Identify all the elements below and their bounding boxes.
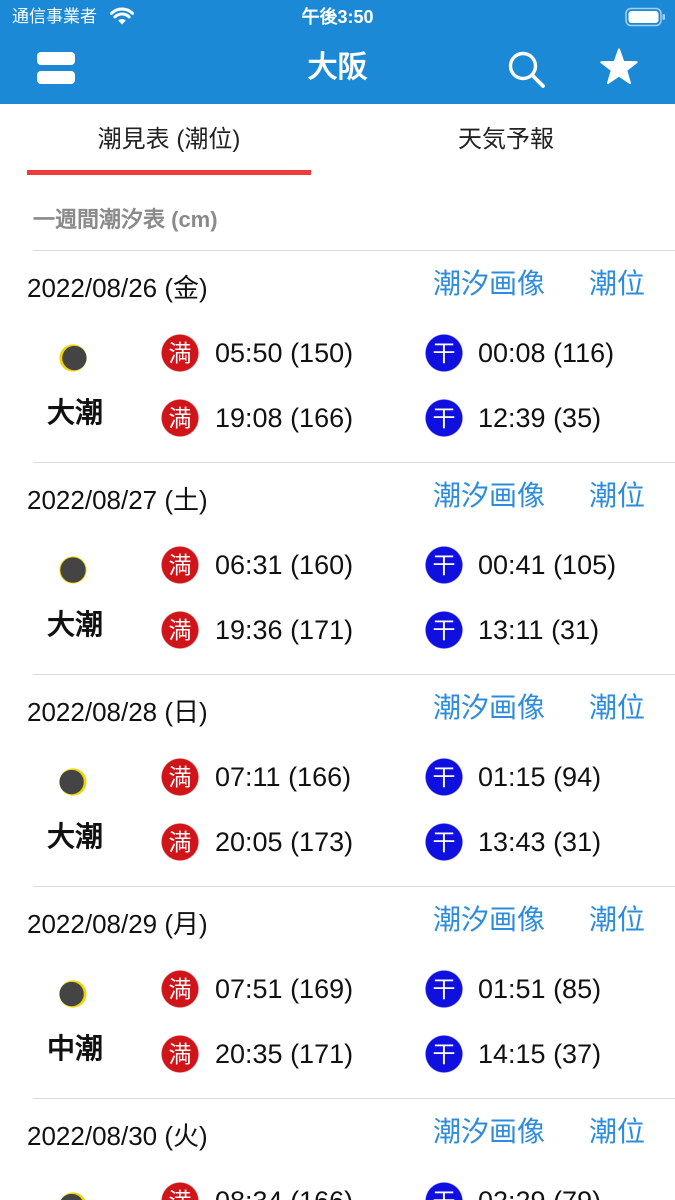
high-tide-time: 20:35 (171) [215, 1039, 354, 1069]
tide-type-label: 大潮 [46, 821, 103, 852]
low-tide-badge: 干 [425, 970, 463, 1008]
high-tide-time: 20:05 (173) [215, 827, 354, 857]
low-tide-time: 12:39 (35) [478, 403, 602, 433]
tide-level-link[interactable]: 潮位 [589, 690, 645, 726]
waxing-crescent-moon-icon [59, 980, 87, 1008]
day-date: 2022/08/26 (金) [27, 273, 208, 303]
star-icon [600, 48, 638, 85]
favorite-button[interactable] [597, 46, 641, 90]
low-tide-badge: 干 [425, 611, 463, 649]
low-tide-time: 01:15 (94) [478, 762, 602, 792]
high-tide-time: 07:51 (169) [215, 974, 354, 1004]
high-tide-badge: 満 [161, 970, 199, 1008]
high-tide-badge: 満 [161, 399, 199, 437]
tide-type-label: 大潮 [46, 609, 103, 640]
low-tide-time: 02:29 (79) [478, 1183, 601, 1200]
high-tide-time: 19:08 (166) [215, 403, 354, 433]
low-tide-time: 13:43 (31) [478, 827, 602, 857]
high-tide-time: 05:50 (150) [215, 338, 354, 368]
tide-chart-link[interactable]: 潮汐画像 [433, 1114, 545, 1150]
status-time: 午後3:50 [301, 7, 374, 27]
list-divider [33, 250, 675, 251]
page-title: 大阪 [307, 51, 368, 84]
high-tide-time: 08:34 (166) [215, 1183, 353, 1200]
tide-level-link[interactable]: 潮位 [589, 902, 645, 938]
tab-tide-table[interactable]: 潮見表 (潮位) [27, 104, 311, 176]
search-icon [508, 51, 545, 88]
low-tide-badge: 干 [425, 823, 463, 861]
day-date: 2022/08/30 (火) [27, 1121, 208, 1151]
low-tide-time: 01:51 (85) [478, 974, 602, 1004]
high-tide-time: 07:11 (166) [215, 762, 352, 792]
day-date: 2022/08/27 (土) [27, 485, 208, 515]
tide-chart-link[interactable]: 潮汐画像 [433, 902, 545, 938]
list-divider [33, 886, 675, 887]
low-tide-badge: 干 [425, 1182, 463, 1200]
tide-level-link[interactable]: 潮位 [589, 478, 645, 514]
new-moon-icon [59, 556, 87, 584]
list-divider [33, 1098, 675, 1099]
day-date: 2022/08/28 (日) [27, 697, 208, 727]
search-button[interactable] [502, 44, 548, 90]
battery-icon [625, 7, 665, 27]
low-tide-badge: 干 [425, 546, 463, 584]
tide-chart-link[interactable]: 潮汐画像 [433, 690, 545, 726]
high-tide-time: 06:31 (160) [215, 550, 354, 580]
high-tide-badge: 満 [161, 546, 199, 584]
high-tide-time: 19:36 (171) [215, 615, 354, 645]
high-tide-badge: 満 [161, 611, 199, 649]
low-tide-time: 14:15 (37) [478, 1039, 602, 1069]
high-tide-badge: 満 [161, 823, 199, 861]
high-tide-badge: 満 [161, 1035, 199, 1073]
high-tide-badge: 満 [161, 1182, 199, 1200]
day-date: 2022/08/29 (月) [27, 909, 208, 939]
list-divider [33, 462, 675, 463]
low-tide-badge: 干 [425, 1035, 463, 1073]
high-tide-badge: 満 [161, 334, 199, 372]
tide-level-link[interactable]: 潮位 [589, 266, 645, 302]
high-tide-badge: 満 [161, 758, 199, 796]
low-tide-time: 13:11 (31) [478, 615, 600, 645]
selected-tab-indicator [27, 170, 311, 175]
low-tide-badge: 干 [425, 399, 463, 437]
low-tide-badge: 干 [425, 334, 463, 372]
low-tide-badge: 干 [425, 758, 463, 796]
tide-table-screen: 通信事業者 午後3:50 大阪 潮見表 (潮位) 天気予報 一週間潮汐表 (cm… [0, 0, 675, 1200]
tide-chart-link[interactable]: 潮汐画像 [433, 478, 545, 514]
tide-level-link[interactable]: 潮位 [589, 1114, 645, 1150]
waning-crescent-moon-icon [59, 344, 87, 372]
list-divider [33, 674, 675, 675]
waxing-crescent-moon-icon [59, 768, 87, 796]
low-tide-time: 00:08 (116) [478, 338, 615, 368]
section-title: 一週間潮汐表 (cm) [33, 207, 218, 232]
tide-type-label: 大潮 [46, 397, 103, 428]
tab-weather-forecast[interactable]: 天気予報 [337, 104, 675, 176]
low-tide-time: 00:41 (105) [478, 550, 617, 580]
waxing-crescent-moon-icon [60, 1192, 86, 1200]
tide-type-label: 中潮 [46, 1033, 103, 1064]
tide-chart-link[interactable]: 潮汐画像 [433, 266, 545, 302]
